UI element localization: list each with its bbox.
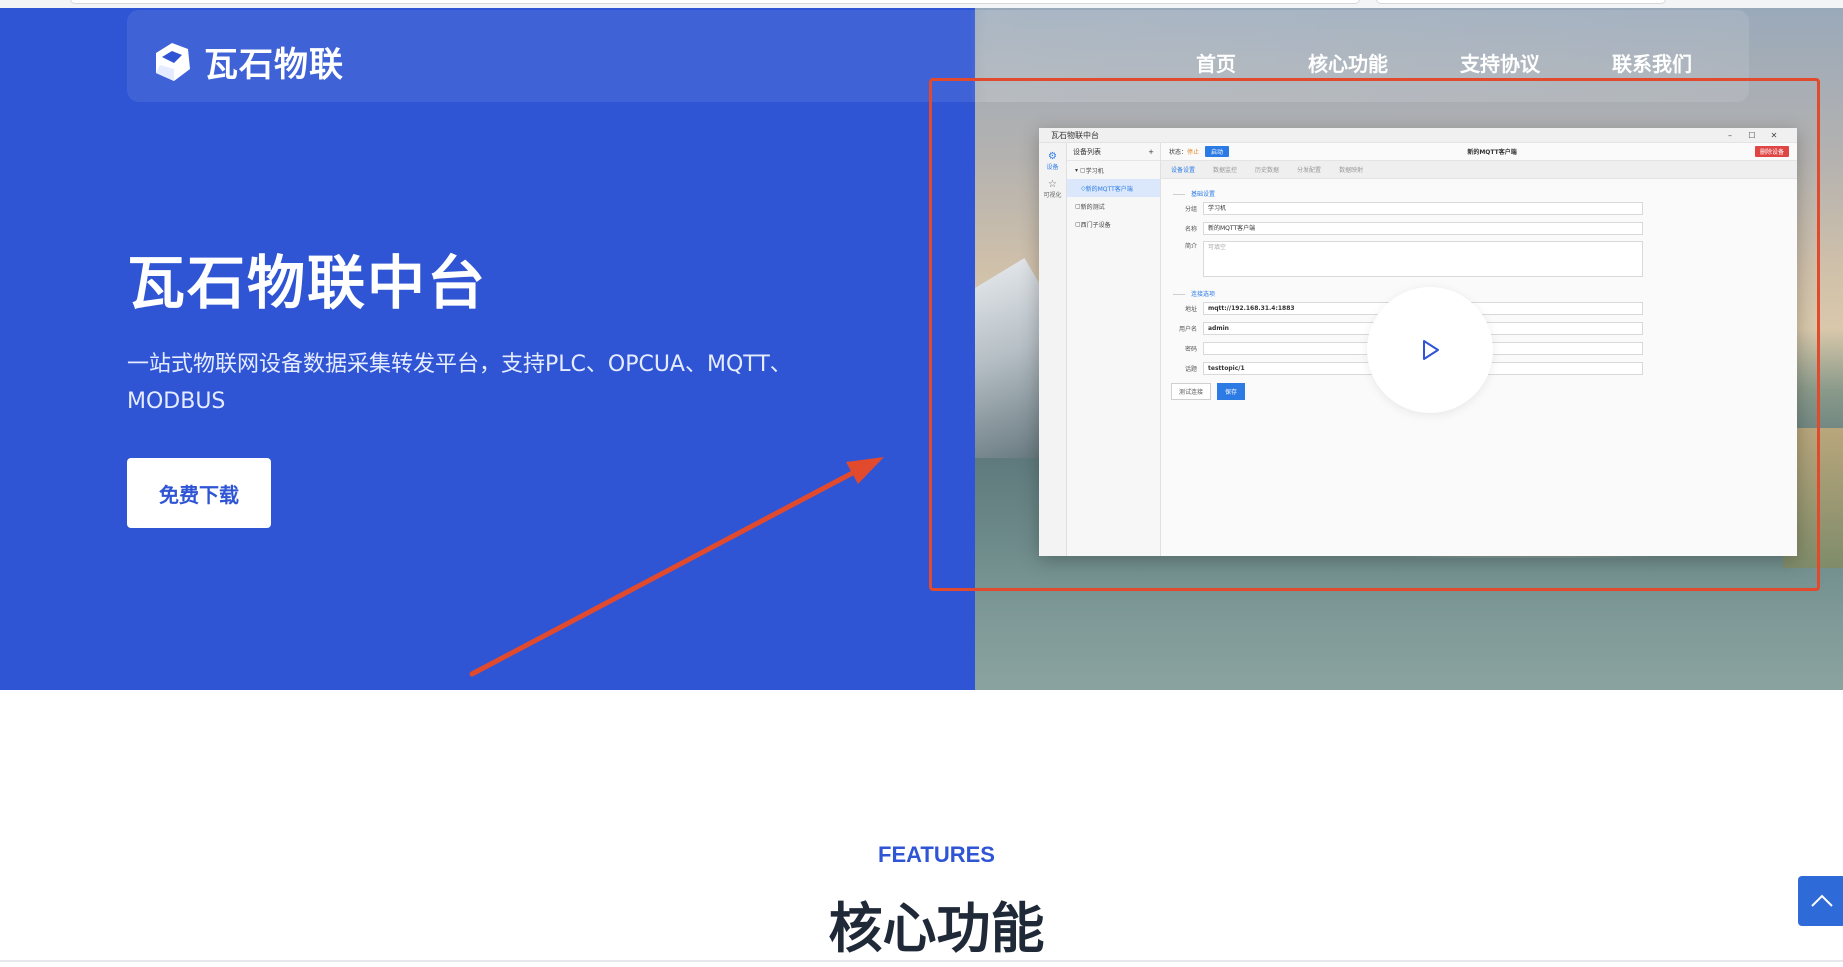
- logo-text: 瓦石物联: [204, 44, 344, 85]
- annotation-highlight-box: [929, 78, 1820, 591]
- hero-title: 瓦石物联中台: [127, 249, 488, 317]
- nav-item-protocols[interactable]: 支持协议: [1460, 48, 1540, 77]
- nav-item-contact[interactable]: 联系我们: [1612, 48, 1692, 77]
- nav-item-home[interactable]: 首页: [1196, 48, 1236, 77]
- logo-mark-icon: [152, 39, 192, 83]
- divider: [0, 960, 1843, 962]
- address-bar[interactable]: [70, 0, 1360, 4]
- hero-subtitle: 一站式物联网设备数据采集转发平台，支持PLC、OPCUA、MQTT、MODBUS: [127, 352, 792, 414]
- features-eyebrow: FEATURES: [878, 842, 995, 867]
- browser-top-strip: [0, 0, 1843, 8]
- main-nav: 首页 核心功能 支持协议 联系我们: [1196, 48, 1692, 77]
- nav-item-features[interactable]: 核心功能: [1308, 48, 1388, 77]
- search-bar[interactable]: [1376, 0, 1666, 4]
- back-to-top-button[interactable]: [1798, 876, 1843, 926]
- chevron-up-icon: [1811, 894, 1833, 907]
- features-title: 核心功能: [828, 897, 1045, 960]
- logo[interactable]: 瓦石物联: [152, 36, 344, 86]
- download-button[interactable]: 免费下载: [127, 458, 271, 528]
